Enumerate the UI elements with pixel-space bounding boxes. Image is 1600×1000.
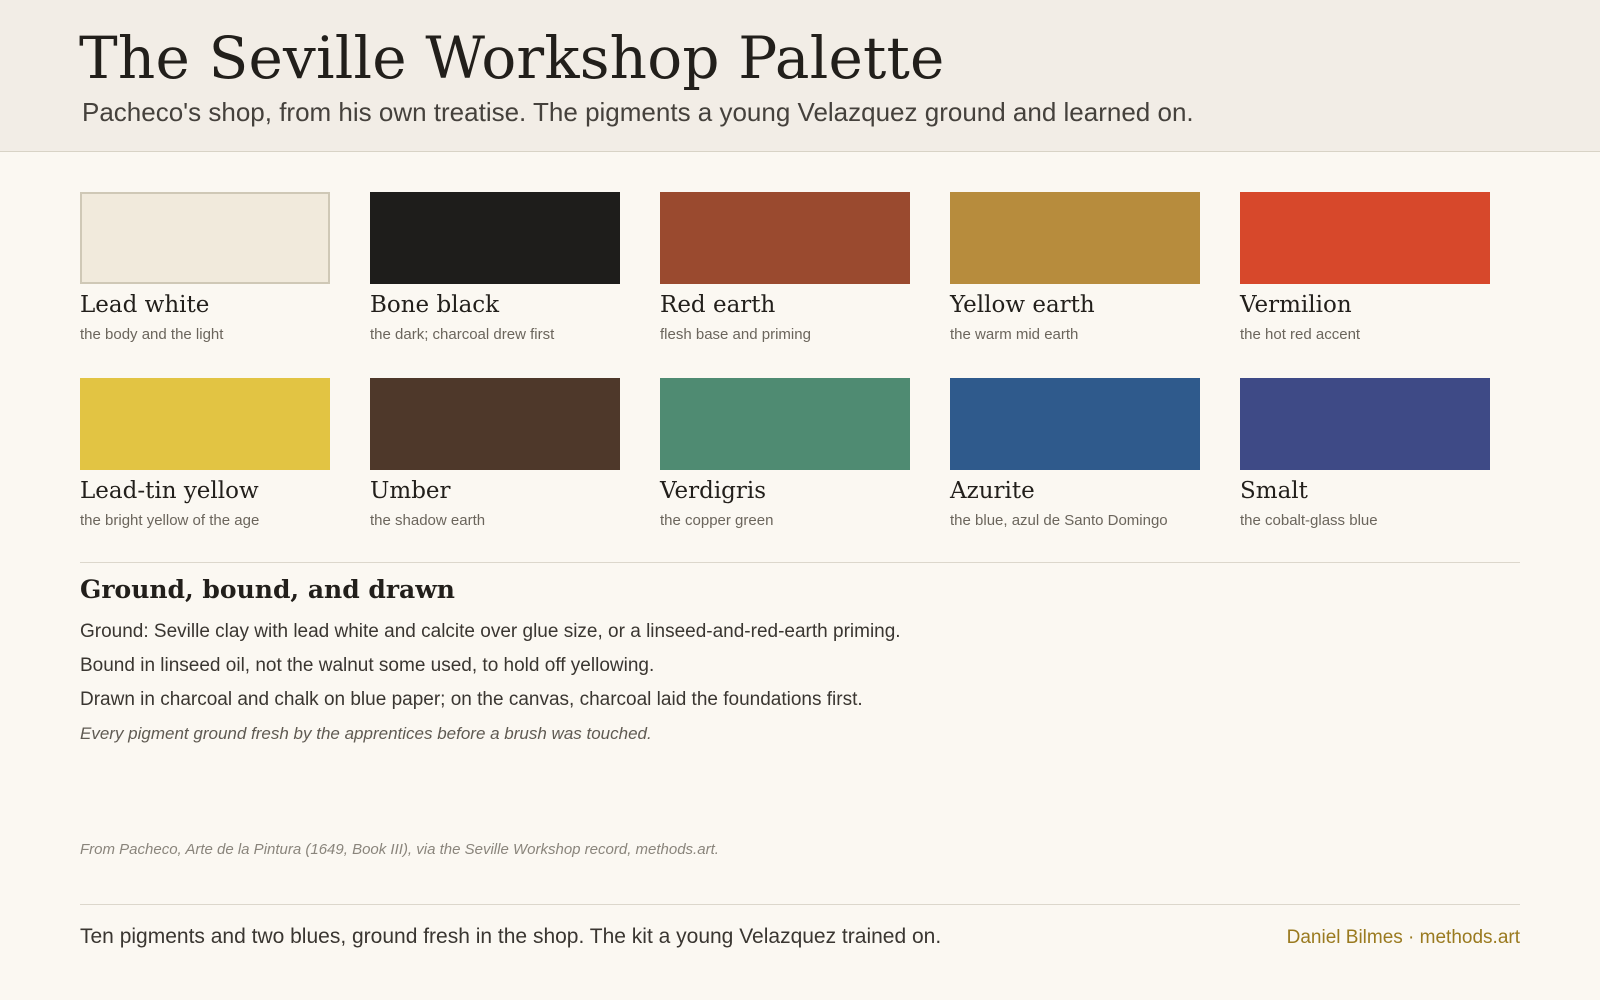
page-header: The Seville Workshop Palette Pacheco's s…	[0, 0, 1600, 152]
pigment-description: flesh base and priming	[660, 326, 811, 343]
pigment-description: the cobalt-glass blue	[1240, 512, 1378, 529]
pigment-card-red-earth: Red earth flesh base and priming	[660, 192, 910, 343]
pigment-card-verdigris: Verdigris the copper green	[660, 378, 910, 529]
ground-line: Ground: Seville clay with lead white and…	[80, 621, 901, 642]
pigment-name: Vermilion	[1240, 292, 1352, 318]
pigment-description: the blue, azul de Santo Domingo	[950, 512, 1168, 529]
pigment-card-lead-white: Lead white the body and the light	[80, 192, 330, 343]
pigment-name: Bone black	[370, 292, 500, 318]
pigment-swatch	[370, 378, 620, 470]
pigment-swatch	[1240, 378, 1490, 470]
pigment-description: the warm mid earth	[950, 326, 1079, 343]
pigment-card-azurite: Azurite the blue, azul de Santo Domingo	[950, 378, 1200, 529]
pigment-card-smalt: Smalt the cobalt-glass blue	[1240, 378, 1490, 529]
section-divider	[80, 562, 1520, 563]
pigment-swatch	[950, 192, 1200, 284]
pigment-name: Lead-tin yellow	[80, 478, 259, 504]
pigment-name: Lead white	[80, 292, 210, 318]
pigment-card-bone-black: Bone black the dark; charcoal drew first	[370, 192, 620, 343]
section-note: Every pigment ground fresh by the appren…	[80, 724, 652, 743]
footer-divider	[80, 904, 1520, 905]
pigment-swatch	[950, 378, 1200, 470]
pigment-swatch	[370, 192, 620, 284]
pigment-description: the hot red accent	[1240, 326, 1361, 343]
pigment-name: Umber	[370, 478, 451, 504]
pigment-name: Verdigris	[660, 478, 767, 504]
pigment-description: the copper green	[660, 512, 774, 529]
pigment-name: Azurite	[950, 478, 1035, 504]
pigment-description: the bright yellow of the age	[80, 512, 260, 529]
pigment-card-vermilion: Vermilion the hot red accent	[1240, 192, 1490, 343]
pigment-swatch	[660, 378, 910, 470]
page-title: The Seville Workshop Palette	[79, 24, 945, 92]
section-title: Ground, bound, and drawn	[80, 575, 455, 604]
footer-credit-link[interactable]: Daniel Bilmes · methods.art	[1287, 927, 1520, 949]
pigment-card-umber: Umber the shadow earth	[370, 378, 620, 529]
pigment-card-lead-tin-yellow: Lead-tin yellow the bright yellow of the…	[80, 378, 330, 529]
footer-text: Ten pigments and two blues, ground fresh…	[80, 925, 942, 948]
pigment-card-yellow-earth: Yellow earth the warm mid earth	[950, 192, 1200, 343]
source-citation: From Pacheco, Arte de la Pintura (1649, …	[80, 841, 719, 858]
page-subtitle: Pacheco's shop, from his own treatise. T…	[82, 97, 1194, 127]
pigment-description: the shadow earth	[370, 512, 486, 529]
pigment-description: the body and the light	[80, 326, 224, 343]
pigment-swatch	[1240, 192, 1490, 284]
pigment-name: Red earth	[660, 292, 776, 318]
pigment-description: the dark; charcoal drew first	[370, 326, 555, 343]
drawing-line: Drawn in charcoal and chalk on blue pape…	[80, 689, 863, 710]
pigment-swatch	[80, 192, 330, 284]
pigment-swatch	[660, 192, 910, 284]
pigment-swatch	[80, 378, 330, 470]
binder-line: Bound in linseed oil, not the walnut som…	[80, 655, 655, 676]
pigment-name: Smalt	[1240, 478, 1308, 504]
pigment-name: Yellow earth	[950, 292, 1095, 318]
